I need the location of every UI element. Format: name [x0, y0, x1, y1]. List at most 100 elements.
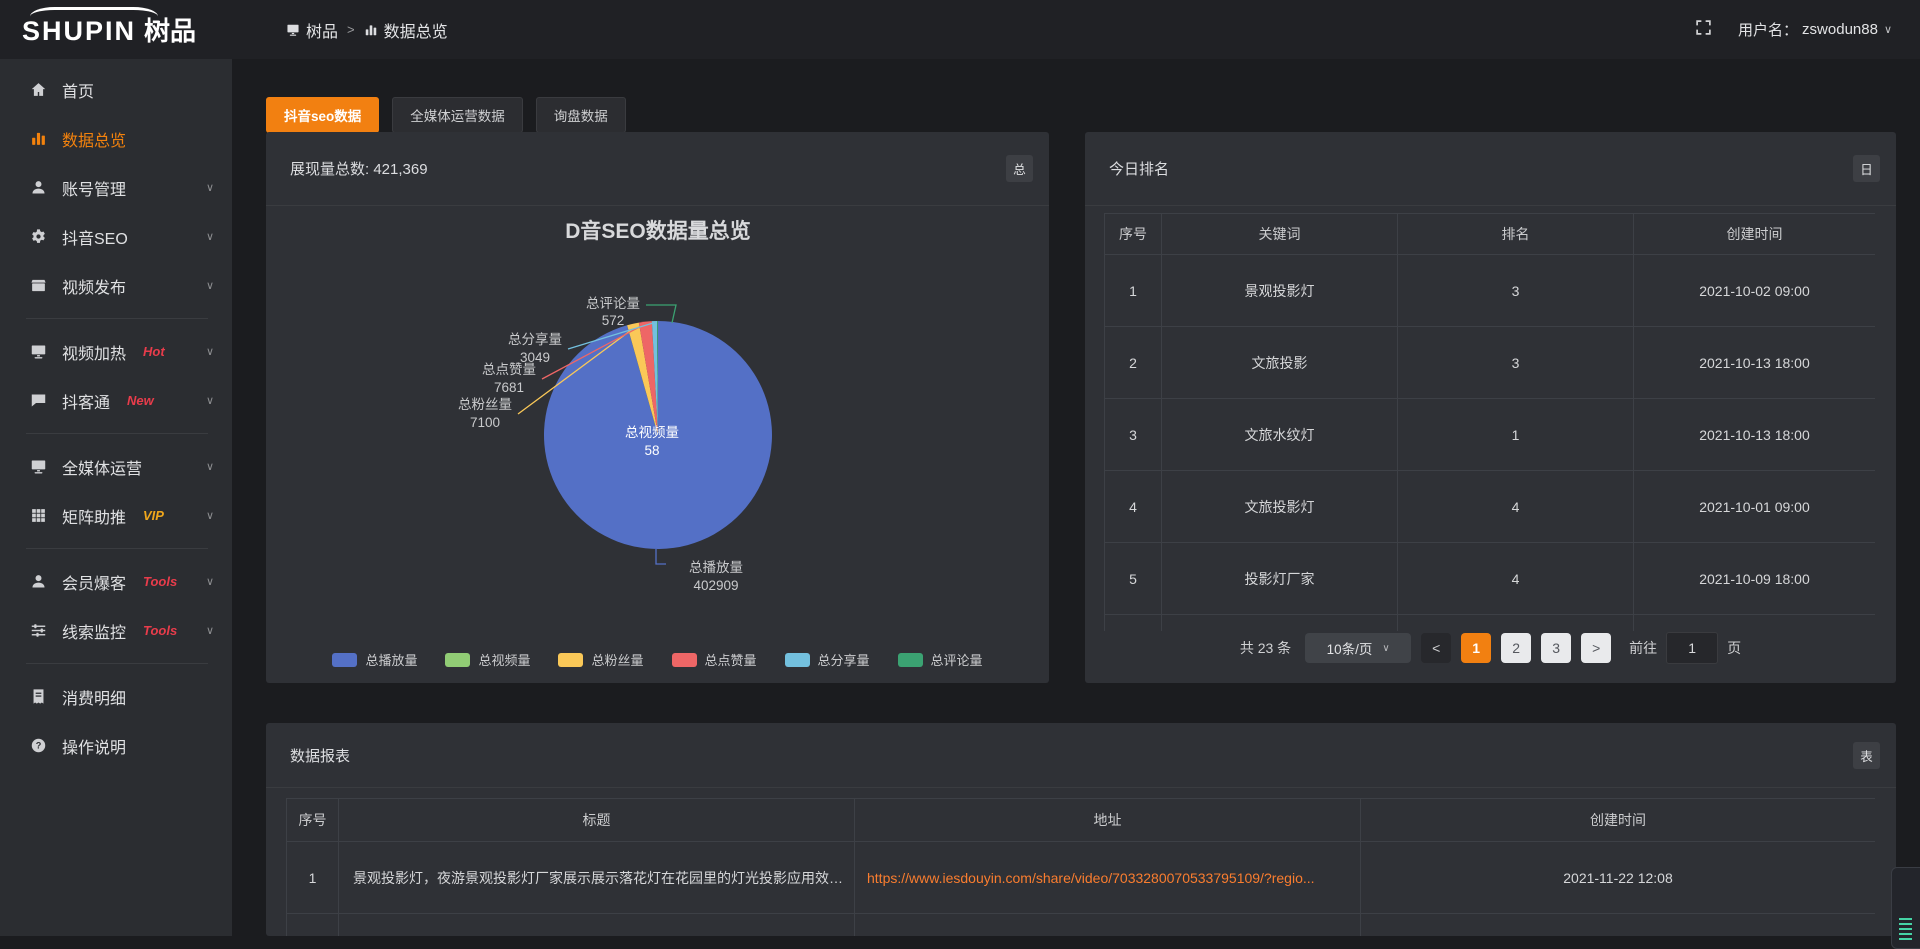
overview-panel: 展现量总数: 421,369 总 D音SEO数据量总览总播放量402909总视频…	[266, 132, 1049, 683]
slice-value-总粉丝量: 7100	[470, 415, 500, 430]
floating-service-widget[interactable]	[1891, 867, 1920, 949]
sidebar-item-视频发布[interactable]: 视频发布∨	[0, 261, 232, 310]
goto-label: 前往	[1629, 638, 1657, 658]
cell-created: 2021-11-22 12:08	[1361, 842, 1876, 914]
cell-rank: 3	[1398, 255, 1634, 327]
page-size-select[interactable]: 10条/页 ∨	[1305, 633, 1411, 663]
widget-bars-icon	[1899, 915, 1912, 940]
divider	[266, 787, 1896, 788]
sidebar-item-抖客通[interactable]: 抖客通New∨	[0, 376, 232, 425]
sidebar-item-label: 抖客通	[62, 389, 110, 413]
total-badge[interactable]: 总	[1006, 155, 1033, 182]
slice-label-总粉丝量: 总粉丝量	[458, 397, 512, 412]
legend-item-总播放量[interactable]: 总播放量	[332, 650, 417, 669]
table-row-partial	[1105, 615, 1876, 632]
legend-item-总视频量[interactable]: 总视频量	[445, 650, 530, 669]
legend-item-总点赞量[interactable]: 总点赞量	[672, 650, 757, 669]
sliders-icon	[30, 622, 47, 639]
col-title: 标题	[339, 799, 855, 842]
bar-chart-icon	[364, 23, 378, 37]
impressions-total: 421,369	[373, 161, 427, 178]
legend-item-总粉丝量[interactable]: 总粉丝量	[558, 650, 643, 669]
sidebar-item-label: 视频加热	[62, 340, 126, 364]
app-logo: SHUPIN 树品	[0, 11, 240, 48]
tab-inquiry[interactable]: 询盘数据	[536, 97, 626, 133]
legend-label: 总粉丝量	[591, 650, 643, 669]
sidebar-item-账号管理[interactable]: 账号管理∨	[0, 163, 232, 212]
sidebar-item-全媒体运营[interactable]: 全媒体运营∨	[0, 442, 232, 491]
page-button-1[interactable]: 1	[1461, 633, 1491, 663]
chevron-down-icon: ∨	[206, 460, 214, 473]
fullscreen-icon[interactable]	[1695, 19, 1712, 41]
legend-item-总评论量[interactable]: 总评论量	[898, 650, 983, 669]
sidebar-item-会员爆客[interactable]: 会员爆客Tools∨	[0, 557, 232, 606]
cell-index: 1	[1105, 255, 1162, 327]
legend-swatch	[445, 653, 470, 667]
impressions-label: 展现量总数:	[290, 161, 369, 178]
pagination-total: 共 23 条	[1240, 638, 1291, 658]
col-index: 序号	[287, 799, 339, 842]
table-row: 1景观投影灯32021-10-02 09:00	[1105, 255, 1876, 327]
logo-arc	[30, 7, 158, 26]
legend-label: 总点赞量	[705, 650, 757, 669]
cell-index: 4	[1105, 471, 1162, 543]
legend-swatch	[898, 653, 923, 667]
chart-title: D音SEO数据量总览	[565, 219, 751, 243]
next-page-button[interactable]: >	[1581, 633, 1611, 663]
table-badge[interactable]: 表	[1853, 742, 1880, 769]
breadcrumb-item-current[interactable]: 数据总览	[364, 18, 448, 42]
sidebar-item-label: 矩阵助推	[62, 504, 126, 528]
table-header-row: 序号 标题 地址 创建时间	[287, 799, 1876, 842]
grid-icon	[30, 507, 47, 524]
monitor-icon	[30, 458, 47, 475]
sidebar-item-数据总览[interactable]: 数据总览	[0, 114, 232, 163]
breadcrumb-label: 数据总览	[384, 18, 448, 42]
cell-created: 2021-10-01 09:00	[1634, 471, 1876, 543]
monitor-icon	[30, 343, 47, 360]
day-badge[interactable]: 日	[1853, 155, 1880, 182]
sidebar-item-首页[interactable]: 首页	[0, 65, 232, 114]
slice-value-总分享量: 3049	[520, 350, 550, 365]
sidebar-item-label: 消费明细	[62, 685, 126, 709]
cell-rank: 1	[1398, 399, 1634, 471]
ranking-panel: 今日排名 日 序号 关键词 排名 创建时间 1景观投影灯32021-10-02 …	[1085, 132, 1896, 683]
cell-index: 2	[1105, 327, 1162, 399]
sidebar-item-线索监控[interactable]: 线索监控Tools∨	[0, 606, 232, 655]
sidebar-item-消费明细[interactable]: 消费明细	[0, 672, 232, 721]
table-row: 1 景观投影灯，夜游景观投影灯厂家展示展示落花灯在花园里的灯光投影应用效果 # …	[287, 842, 1876, 914]
col-rank: 排名	[1398, 214, 1634, 255]
sidebar-badge-Tools: Tools	[143, 623, 177, 638]
gear-icon	[30, 228, 47, 245]
cell-rank: 4	[1398, 471, 1634, 543]
tab-media-operation[interactable]: 全媒体运营数据	[392, 97, 523, 133]
user-menu[interactable]: 用户名： zswodun88 ∨	[1738, 19, 1892, 40]
seo-pie-chart: D音SEO数据量总览总播放量402909总视频量58总粉丝量7100总点赞量76…	[266, 206, 1049, 683]
goto-page-input[interactable]	[1666, 632, 1718, 664]
prev-page-button[interactable]: <	[1421, 633, 1451, 663]
table-row: 4文旅投影灯42021-10-01 09:00	[1105, 471, 1876, 543]
sidebar-item-抖音SEO[interactable]: 抖音SEO∨	[0, 212, 232, 261]
cell-keyword: 景观投影灯	[1162, 255, 1398, 327]
sidebar-item-视频加热[interactable]: 视频加热Hot∨	[0, 327, 232, 376]
col-index: 序号	[1105, 214, 1162, 255]
sidebar-item-矩阵助推[interactable]: 矩阵助推VIP∨	[0, 491, 232, 540]
page-button-3[interactable]: 3	[1541, 633, 1571, 663]
sidebar-item-操作说明[interactable]: ?操作说明	[0, 721, 232, 770]
tab-douyin-seo[interactable]: 抖音seo数据	[266, 97, 379, 133]
chart-legend: 总播放量 总视频量 总粉丝量 总点赞量 总分享量 总评论量	[266, 650, 1049, 669]
page-button-2[interactable]: 2	[1501, 633, 1531, 663]
slice-label-总视频量: 总视频量	[625, 425, 679, 440]
slice-label-总评论量: 总评论量	[586, 296, 640, 311]
legend-item-总分享量[interactable]: 总分享量	[785, 650, 870, 669]
user-icon	[30, 179, 47, 196]
clapper-icon	[30, 277, 47, 294]
slice-value-总评论量: 572	[602, 313, 625, 328]
sidebar-item-label: 账号管理	[62, 176, 126, 200]
cell-url-link[interactable]: https://www.iesdouyin.com/share/video/70…	[855, 842, 1361, 914]
table-row-partial	[287, 914, 1876, 937]
breadcrumb-item-home[interactable]: 树品	[286, 18, 338, 42]
legend-swatch	[558, 653, 583, 667]
chevron-down-icon: ∨	[206, 279, 214, 292]
table-row: 5投影灯厂家42021-10-09 18:00	[1105, 543, 1876, 615]
page-buttons: 123	[1461, 633, 1571, 663]
